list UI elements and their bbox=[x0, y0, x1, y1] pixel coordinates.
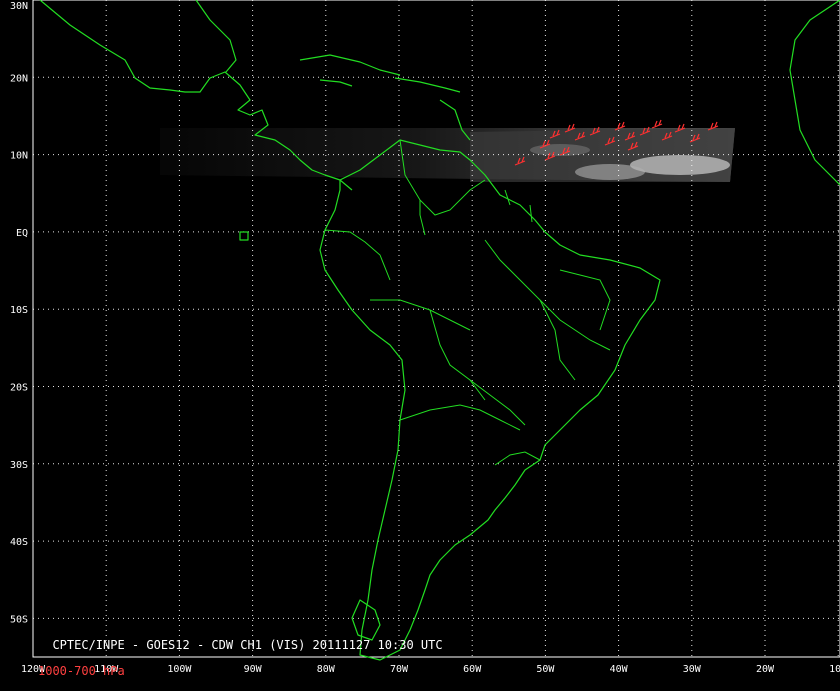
latitude-label: 50S bbox=[10, 614, 28, 625]
latitude-label: 20S bbox=[10, 383, 28, 394]
latitude-label: 40S bbox=[10, 537, 28, 548]
longitude-label: 50W bbox=[536, 664, 555, 675]
satellite-wind-map: 30N20N10NEQ10S20S30S40S50S 120W 110W 100W 9… bbox=[0, 0, 840, 680]
longitude-label: 60W bbox=[463, 664, 482, 675]
caption-title: CPTEC/INPE - GOES12 - CDW CH1 (VIS) 2011… bbox=[52, 638, 443, 652]
longitude-label: 30W bbox=[683, 664, 702, 675]
image-caption: CPTEC/INPE - GOES12 - CDW CH1 (VIS) 2011… bbox=[38, 626, 443, 691]
latitude-label: 10N bbox=[10, 151, 28, 162]
latitude-label: EQ bbox=[16, 228, 28, 239]
longitude-label: 40W bbox=[610, 664, 629, 675]
latitude-label: 20N bbox=[10, 73, 28, 84]
latitude-label: 30N bbox=[10, 1, 28, 12]
longitude-label: 20W bbox=[756, 664, 775, 675]
caption-pressure-level: 1000-700 hPa bbox=[38, 664, 125, 678]
latitude-label: 10S bbox=[10, 305, 28, 316]
latitude-label: 30S bbox=[10, 460, 28, 471]
longitude-label: 10W bbox=[829, 664, 840, 675]
